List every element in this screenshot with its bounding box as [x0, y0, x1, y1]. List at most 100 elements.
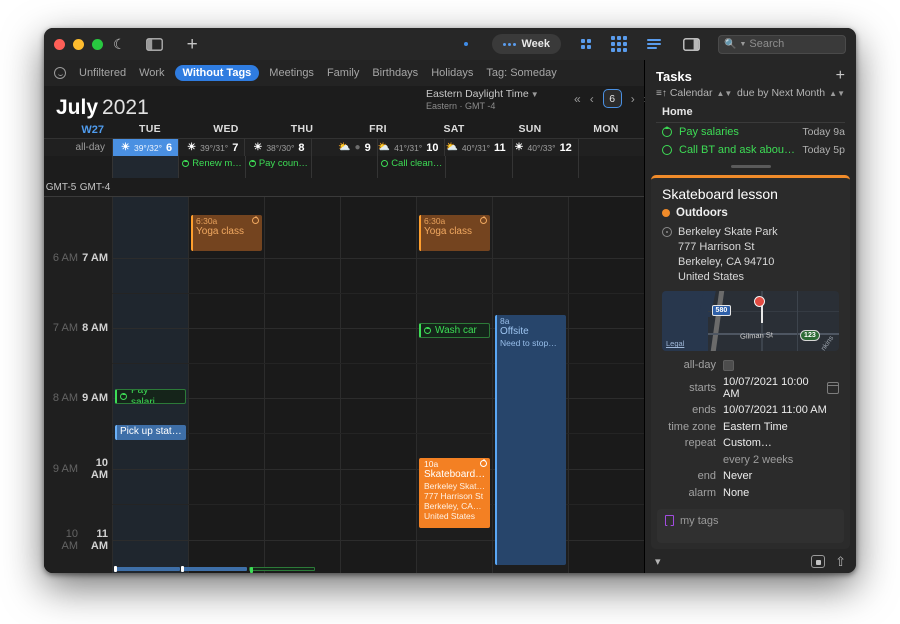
nav-prev-button[interactable]: ‹ — [590, 92, 594, 106]
tag-filter-work[interactable]: Work — [139, 67, 164, 79]
task-row[interactable]: Call BT and ask about… Today 5p — [645, 141, 856, 159]
list-lines-icon[interactable] — [647, 39, 661, 49]
timezone-selector[interactable]: Eastern Daylight Time ▼ Eastern · GMT -4 — [426, 88, 539, 111]
all-day-col-12[interactable] — [511, 156, 578, 178]
day-cell-8[interactable]: ☀ 38°/30° 8 — [244, 139, 310, 156]
all-day-col-11[interactable] — [445, 156, 511, 178]
field-time-zone[interactable]: time zone Eastern Time — [651, 421, 839, 433]
all-day-event[interactable]: Renew m… — [182, 158, 242, 169]
tags-input[interactable]: my tags — [657, 509, 844, 544]
tag-filter-meetings[interactable]: Meetings — [269, 67, 314, 79]
field-alarm[interactable]: alarm None — [651, 487, 839, 499]
all-day-event[interactable]: Pay coun… — [248, 158, 308, 169]
day-cell-9[interactable]: ⛅ ● 9 — [310, 139, 377, 156]
field-value[interactable]: 10/07/2021 11:00 AM — [723, 404, 827, 416]
event-wash-car[interactable]: Wash car — [419, 323, 490, 338]
tasks-sort-control[interactable]: ≡↑ Calendar ▲▼ — [656, 87, 732, 99]
all-day-col-6[interactable] — [112, 156, 179, 178]
grid-col-12[interactable] — [568, 197, 644, 573]
field-all-day[interactable]: all-day — [651, 359, 839, 371]
all-day-col-9[interactable] — [311, 156, 377, 178]
grid-col-7[interactable]: 6:30a Yoga class — [188, 197, 264, 573]
day-cell-6[interactable]: ☀ 39°/32° 6 — [112, 139, 179, 156]
event-offsite[interactable]: 8a Offsite Need to stop… — [495, 315, 566, 565]
grid-9-icon[interactable] — [611, 36, 627, 52]
day-cell-mon[interactable] — [577, 139, 644, 156]
all-day-checkbox[interactable] — [723, 359, 734, 371]
weather-icon: ⛅ — [445, 141, 458, 153]
moon-icon[interactable]: ☾ — [113, 36, 126, 53]
map-legal-link[interactable]: Legal — [666, 339, 684, 348]
field-value[interactable]: None — [723, 487, 749, 499]
add-task-button[interactable]: + — [836, 67, 845, 83]
day-cell-11[interactable]: ⛅ 40°/31° 11 — [444, 139, 511, 156]
all-day-col-7[interactable]: Renew m… — [178, 156, 245, 178]
event-bar[interactable] — [181, 566, 247, 572]
tasks-due-filter[interactable]: due by Next Month ▲▼ — [737, 87, 845, 99]
field-value[interactable]: 10/07/2021 10:00 AM — [723, 376, 817, 400]
sidebar-toggle-icon[interactable] — [145, 37, 163, 51]
day-cell-10[interactable]: ⛅ 41°/31° 10 — [376, 139, 445, 156]
event-pick-up-stationery[interactable]: Pick up stat… — [115, 425, 186, 440]
event-bar[interactable] — [114, 566, 180, 572]
field-repeat[interactable]: repeat Custom… — [651, 437, 839, 449]
field-value[interactable]: Never — [723, 470, 752, 482]
share-icon[interactable]: ⇧ — [835, 555, 846, 568]
nav-today-button[interactable]: 6 — [602, 89, 622, 108]
grid-col-10[interactable]: 6:30a Yoga class Wash car 10a Skateboard… — [416, 197, 492, 573]
all-day-event[interactable]: Call clean… — [381, 158, 442, 169]
field-value[interactable]: Eastern Time — [723, 421, 788, 433]
tag-filter-birthdays[interactable]: Birthdays — [372, 67, 418, 79]
map-route-shield: 123 — [800, 329, 820, 341]
day-cell-7[interactable]: ☀ 39°/31° 7 — [178, 139, 244, 156]
tag-filter-without-tags[interactable]: Without Tags — [174, 65, 260, 81]
nav-prev-fast-button[interactable]: « — [574, 92, 581, 106]
field-end[interactable]: end Never — [651, 470, 839, 482]
all-day-col-8[interactable]: Pay coun… — [244, 156, 311, 178]
event-bar[interactable] — [249, 567, 315, 573]
inspector-calendar[interactable]: Outdoors — [651, 202, 850, 219]
time-grid[interactable]: Pay salari… Pick up stat… 6:30a Yoga cla… — [44, 197, 644, 573]
chevron-down-icon[interactable]: ▾ — [655, 555, 661, 568]
panel-resize-handle[interactable] — [645, 161, 856, 171]
event-note: Need to stop… — [500, 337, 557, 348]
add-attachment-icon[interactable] — [811, 554, 826, 568]
event-yoga-class[interactable]: 6:30a Yoga class — [191, 215, 262, 251]
tag-filter-holidays[interactable]: Holidays — [431, 67, 473, 79]
event-skateboard-lesson[interactable]: 10a Skateboard… Berkeley Skat… 777 Harri… — [419, 458, 490, 528]
repeat-ring-icon[interactable] — [662, 126, 672, 137]
calendar-picker-icon[interactable] — [827, 381, 839, 394]
grid-col-8[interactable] — [264, 197, 340, 573]
field-starts[interactable]: starts 10/07/2021 10:00 AM — [651, 376, 839, 400]
inspector-event-title[interactable]: Skateboard lesson — [651, 178, 850, 202]
all-day-col-mon[interactable] — [577, 156, 644, 178]
event-pay-salaries[interactable]: Pay salari… — [115, 389, 186, 404]
zoom-window-button[interactable] — [92, 38, 103, 50]
search-input[interactable]: 🔍 ▼ Search — [718, 34, 846, 54]
location-map[interactable]: 580 123 Gilman St …nkins Legal — [662, 291, 839, 352]
field-ends[interactable]: ends 10/07/2021 11:00 AM — [651, 404, 839, 416]
day-columns: Pay salari… Pick up stat… 6:30a Yoga cla… — [112, 197, 644, 573]
grid-4-icon[interactable] — [581, 39, 591, 49]
smiley-icon[interactable] — [54, 67, 66, 79]
half-hour-line — [112, 293, 644, 294]
tag-filter-someday[interactable]: Tag: Someday — [486, 67, 556, 79]
right-panel-toggle-icon[interactable] — [683, 37, 700, 51]
nav-next-button[interactable]: › — [631, 92, 635, 106]
grid-col-11[interactable]: 8a Offsite Need to stop… — [492, 197, 568, 573]
tag-filter-unfiltered[interactable]: Unfiltered — [79, 67, 126, 79]
day-cell-12[interactable]: ☀ 40°/33° 12 — [511, 139, 578, 156]
field-value[interactable]: Custom… — [723, 437, 772, 449]
all-day-col-10[interactable]: Call clean… — [377, 156, 445, 178]
minimize-window-button[interactable] — [73, 38, 84, 50]
view-mode-week-button[interactable]: Week — [492, 34, 561, 54]
grid-col-6[interactable]: Pay salari… Pick up stat… — [112, 197, 188, 573]
close-window-button[interactable] — [54, 38, 65, 50]
ring-icon[interactable] — [662, 145, 672, 155]
task-row[interactable]: Pay salaries Today 9a — [645, 123, 856, 141]
grid-col-9[interactable] — [340, 197, 416, 573]
inspector-location[interactable]: Berkeley Skate Park 777 Harrison St Berk… — [651, 219, 850, 284]
event-yoga-class[interactable]: 6:30a Yoga class — [419, 215, 490, 251]
tag-filter-family[interactable]: Family — [327, 67, 359, 79]
add-event-button[interactable]: + — [187, 35, 198, 54]
